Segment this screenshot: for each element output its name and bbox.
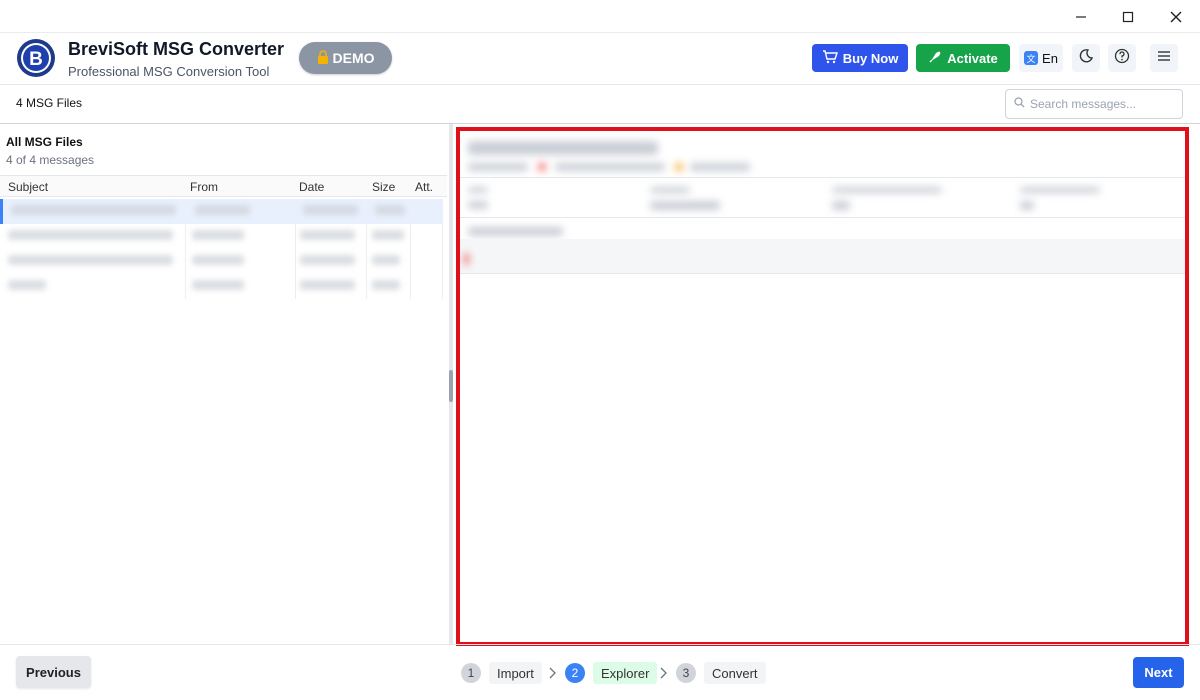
- toolbar: 4 MSG Files: [0, 85, 1200, 124]
- row-size: [372, 255, 400, 265]
- next-button[interactable]: Next: [1133, 657, 1184, 688]
- row-size: [372, 230, 404, 240]
- previous-button[interactable]: Previous: [16, 656, 91, 688]
- preview-subject: [468, 141, 658, 155]
- list-count: 4 of 4 messages: [6, 153, 95, 167]
- row-subject: [8, 230, 173, 240]
- preview-field-value: [1020, 201, 1034, 210]
- column-from[interactable]: From: [190, 180, 218, 194]
- buy-now-button[interactable]: Buy Now: [812, 44, 908, 72]
- preview-star-icon: [675, 163, 683, 171]
- row-size: [372, 280, 400, 290]
- title-bar: [0, 0, 1200, 33]
- column-date[interactable]: Date: [299, 180, 324, 194]
- search-icon: [1014, 95, 1025, 113]
- translate-icon: 文: [1024, 51, 1039, 65]
- row-from: [192, 255, 244, 265]
- preview-field-label: [832, 187, 942, 193]
- row-subject: [8, 255, 173, 265]
- row-date: [303, 205, 358, 215]
- divider: [460, 177, 1185, 178]
- app-subtitle: Professional MSG Conversion Tool: [68, 64, 270, 79]
- divider: [460, 273, 1185, 274]
- app-title: BreviSoft MSG Converter: [68, 39, 285, 59]
- table-row[interactable]: [0, 249, 443, 274]
- rocket-icon: [928, 50, 942, 67]
- demo-badge: DEMO: [299, 42, 392, 74]
- app-header: B BreviSoft MSG Converter Professional M…: [0, 33, 1200, 85]
- column-size[interactable]: Size: [372, 180, 395, 194]
- step-number: 2: [565, 663, 585, 683]
- column-subject[interactable]: Subject: [8, 180, 48, 194]
- step-convert[interactable]: 3 Convert: [676, 662, 766, 684]
- row-from: [195, 205, 250, 215]
- row-from: [192, 230, 244, 240]
- preview-attachment-icon: [464, 253, 469, 265]
- row-from: [192, 280, 244, 290]
- row-date: [300, 280, 355, 290]
- preview-field-label: [650, 187, 690, 193]
- row-subject: [8, 280, 46, 290]
- row-date: [300, 230, 355, 240]
- list-title: All MSG Files: [6, 135, 83, 149]
- preview-attachment-strip: [460, 239, 1185, 273]
- chevron-right-icon: [659, 666, 667, 684]
- search-input[interactable]: [1030, 97, 1175, 111]
- help-icon: [1114, 48, 1130, 69]
- row-size: [375, 205, 405, 215]
- step-number: 1: [461, 663, 481, 683]
- lock-icon: [317, 49, 329, 67]
- theme-toggle-button[interactable]: [1072, 44, 1100, 72]
- language-button[interactable]: 文 En: [1019, 44, 1063, 72]
- menu-button[interactable]: [1150, 44, 1178, 72]
- app-logo: B: [16, 38, 56, 78]
- language-label: En: [1042, 50, 1058, 66]
- activate-label: Activate: [947, 50, 998, 66]
- table-row[interactable]: [0, 224, 443, 249]
- demo-badge-label: DEMO: [332, 50, 375, 66]
- file-count: 4 MSG Files: [16, 96, 83, 110]
- row-date: [300, 255, 355, 265]
- splitter-handle[interactable]: [449, 370, 453, 402]
- message-list-pane: All MSG Files 4 of 4 messages Subject Fr…: [0, 124, 449, 644]
- help-button[interactable]: [1108, 44, 1136, 72]
- activate-button[interactable]: Activate: [916, 44, 1010, 72]
- buy-now-label: Buy Now: [842, 50, 899, 66]
- table-row[interactable]: [0, 274, 443, 299]
- column-attachments[interactable]: Att.: [415, 180, 433, 194]
- message-preview-pane: [456, 127, 1189, 646]
- close-icon[interactable]: [1153, 0, 1199, 33]
- step-explorer[interactable]: 2 Explorer: [565, 662, 658, 684]
- chevron-right-icon: [548, 666, 556, 684]
- preview-meta: [690, 163, 750, 171]
- search-box[interactable]: [1005, 89, 1183, 119]
- preview-flag-icon: [538, 163, 546, 171]
- maximize-icon[interactable]: [1105, 0, 1151, 33]
- divider: [460, 217, 1185, 218]
- cart-icon: [822, 49, 838, 67]
- table-row[interactable]: [0, 199, 443, 224]
- menu-icon: [1157, 49, 1171, 67]
- preview-section-title: [468, 227, 563, 236]
- step-label: Import: [489, 662, 542, 684]
- step-label: Convert: [704, 662, 766, 684]
- preview-field-value: [832, 201, 850, 210]
- footer: Previous 1 Import 2 Explorer 3 Convert N…: [0, 644, 1200, 700]
- moon-icon: [1078, 48, 1094, 69]
- preview-field-label: [1020, 187, 1100, 193]
- step-import[interactable]: 1 Import: [461, 662, 542, 684]
- preview-meta: [468, 163, 528, 171]
- preview-field-label: [468, 187, 488, 193]
- row-subject: [11, 205, 176, 215]
- table-header: Subject From Date Size Att.: [0, 175, 447, 197]
- preview-field-value: [468, 201, 488, 209]
- step-number: 3: [676, 663, 696, 683]
- svg-text:B: B: [29, 49, 43, 70]
- preview-field-value: [650, 201, 720, 210]
- preview-meta: [555, 163, 665, 171]
- step-label: Explorer: [593, 662, 658, 684]
- minimize-icon[interactable]: [1058, 0, 1104, 33]
